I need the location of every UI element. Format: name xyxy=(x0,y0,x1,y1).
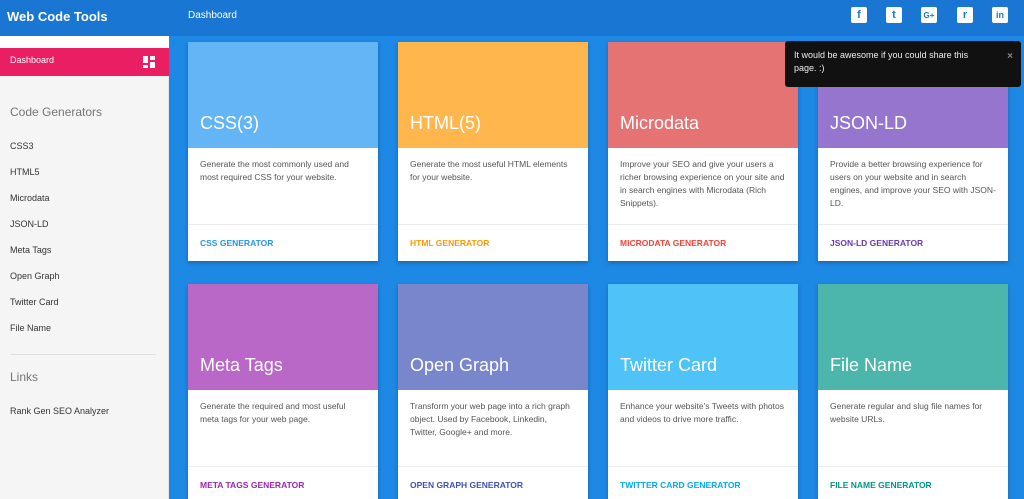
twitter-card-generator-link[interactable]: TWITTER CARD GENERATOR xyxy=(608,467,798,499)
sidebar-item-html5[interactable]: HTML5 xyxy=(10,167,40,177)
sidebar-menu: Code Generators CSS3 HTML5 Microdata JSO… xyxy=(0,76,169,499)
sidebar-divider xyxy=(10,354,156,355)
facebook-icon[interactable]: f xyxy=(851,7,867,23)
card-file-name: File Name Generate regular and slug file… xyxy=(818,284,1008,499)
html-generator-link[interactable]: HTML GENERATOR xyxy=(398,225,588,261)
linkedin-icon[interactable]: in xyxy=(992,7,1008,23)
card-css: CSS(3) Generate the most commonly used a… xyxy=(188,42,378,261)
section-title-links: Links xyxy=(10,370,39,384)
card-description: Generate regular and slug file names for… xyxy=(818,390,1008,467)
card-open-graph: Open Graph Transform your web page into … xyxy=(398,284,588,499)
sidebar-item-label: Dashboard xyxy=(10,55,55,65)
card-header[interactable]: CSS(3) xyxy=(188,42,378,148)
card-title: Meta Tags xyxy=(200,355,283,375)
card-title: Microdata xyxy=(620,113,700,133)
toast-message: It would be awesome if you could share t… xyxy=(794,50,969,73)
card-header[interactable]: Microdata xyxy=(608,42,798,148)
share-toast: It would be awesome if you could share t… xyxy=(785,41,1021,87)
twitter-icon[interactable]: t xyxy=(886,7,902,23)
card-description: Generate the most commonly used and most… xyxy=(188,148,378,225)
sidebar-item-json-ld[interactable]: JSON-LD xyxy=(10,219,49,229)
css-generator-link[interactable]: CSS GENERATOR xyxy=(188,225,378,261)
card-description: Improve your SEO and give your users a r… xyxy=(608,148,798,225)
card-description: Transform your web page into a rich grap… xyxy=(398,390,588,467)
card-header[interactable]: Meta Tags xyxy=(188,284,378,390)
card-title: Open Graph xyxy=(410,355,510,375)
card-title: CSS(3) xyxy=(200,113,260,133)
card-html: HTML(5) Generate the most useful HTML el… xyxy=(398,42,588,261)
section-title-code-generators: Code Generators xyxy=(10,105,103,119)
microdata-generator-link[interactable]: MICRODATA GENERATOR xyxy=(608,225,798,261)
card-meta-tags: Meta Tags Generate the required and most… xyxy=(188,284,378,499)
card-title: Twitter Card xyxy=(620,355,718,375)
sidebar-item-file-name[interactable]: File Name xyxy=(10,323,51,333)
sidebar: Dashboard Code Generators CSS3 HTML5 Mic… xyxy=(0,36,169,499)
sidebar-item-css3[interactable]: CSS3 xyxy=(10,141,34,151)
breadcrumb: Dashboard xyxy=(188,10,237,21)
sidebar-item-open-graph[interactable]: Open Graph xyxy=(10,271,60,281)
card-title: File Name xyxy=(830,355,913,375)
card-header[interactable]: File Name xyxy=(818,284,1008,390)
file-name-generator-link[interactable]: FILE NAME GENERATOR xyxy=(818,467,1008,499)
card-twitter-card: Twitter Card Enhance your website's Twee… xyxy=(608,284,798,499)
json-ld-generator-link[interactable]: JSON-LD GENERATOR xyxy=(818,225,1008,261)
app-title[interactable]: Web Code Tools xyxy=(7,9,108,24)
card-header[interactable]: Twitter Card xyxy=(608,284,798,390)
card-header[interactable]: Open Graph xyxy=(398,284,588,390)
card-description: Provide a better browsing experience for… xyxy=(818,148,1008,225)
card-description: Generate the required and most useful me… xyxy=(188,390,378,467)
card-header[interactable]: HTML(5) xyxy=(398,42,588,148)
card-title: HTML(5) xyxy=(410,113,481,133)
dashboard-icon xyxy=(143,56,155,68)
sidebar-item-microdata[interactable]: Microdata xyxy=(10,193,50,203)
meta-tags-generator-link[interactable]: META TAGS GENERATOR xyxy=(188,467,378,499)
card-description: Generate the most useful HTML elements f… xyxy=(398,148,588,225)
sidebar-item-meta-tags[interactable]: Meta Tags xyxy=(10,245,51,255)
sidebar-item-twitter-card[interactable]: Twitter Card xyxy=(10,297,59,307)
close-icon[interactable]: × xyxy=(1007,50,1013,63)
card-microdata: Microdata Improve your SEO and give your… xyxy=(608,42,798,261)
sidebar-item-dashboard[interactable]: Dashboard xyxy=(0,48,169,76)
card-description: Enhance your website's Tweets with photo… xyxy=(608,390,798,467)
top-bar: Web Code Tools Dashboard f t G+ r in xyxy=(0,0,1024,36)
open-graph-generator-link[interactable]: OPEN GRAPH GENERATOR xyxy=(398,467,588,499)
card-title: JSON-LD xyxy=(830,113,908,133)
google-plus-icon[interactable]: G+ xyxy=(921,7,937,23)
reddit-icon[interactable]: r xyxy=(957,7,973,23)
sidebar-link-rank-gen[interactable]: Rank Gen SEO Analyzer xyxy=(10,406,109,416)
